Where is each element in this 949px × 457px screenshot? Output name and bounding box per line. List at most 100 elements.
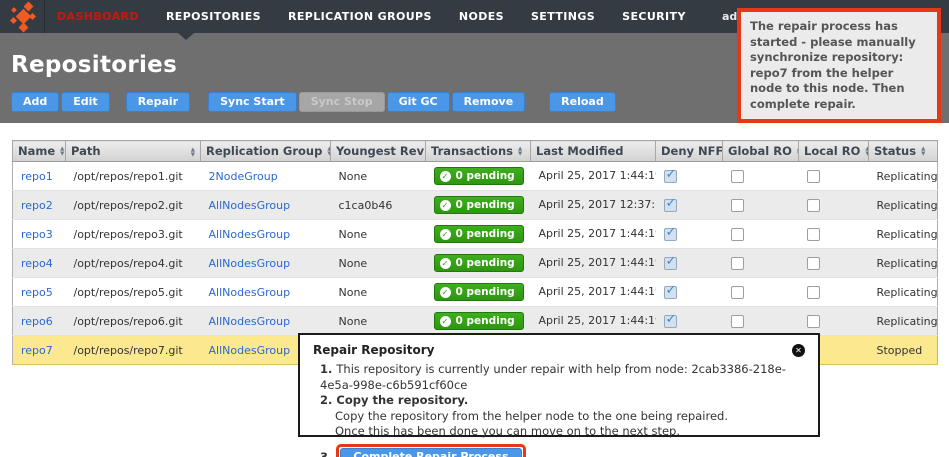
column-header-name[interactable]: Name ▲ ▼ xyxy=(12,140,66,162)
repair-repository-dialog: Repair Repository ✕ 1. This repository is… xyxy=(298,333,820,457)
transactions-badge: ✓ 0 pending xyxy=(433,254,524,272)
cell-replication-group: AllNodesGroup xyxy=(200,219,331,249)
cell-replication-group: 2NodeGroup xyxy=(200,161,331,191)
replication-group-link[interactable]: AllNodesGroup xyxy=(209,315,291,328)
replication-group-link[interactable]: 2NodeGroup xyxy=(209,170,278,183)
global-ro-checkbox[interactable] xyxy=(730,169,744,183)
cell-transactions: ✓ 0 pending xyxy=(425,161,531,191)
nav-item-dashboard[interactable]: DASHBOARD xyxy=(57,10,139,23)
local-ro-checkbox[interactable] xyxy=(806,227,820,241)
cell-name: repo1 xyxy=(12,161,66,191)
cell-deny-nff-checkbox xyxy=(655,248,723,278)
repo-link-repo2[interactable]: repo2 xyxy=(21,199,53,212)
local-ro-checkbox[interactable] xyxy=(806,256,820,270)
cell-status: Stopped xyxy=(868,335,938,365)
column-header-global-ro[interactable]: Global RO▲▼ xyxy=(722,140,799,162)
repo-link-repo1[interactable]: repo1 xyxy=(21,170,53,183)
local-ro-checkbox[interactable] xyxy=(806,169,820,183)
cell-replication-group: AllNodesGroup xyxy=(200,306,331,336)
deny-nff-checkbox[interactable] xyxy=(663,283,677,299)
replication-group-link[interactable]: AllNodesGroup xyxy=(209,257,291,270)
git-gc-button[interactable]: Git GC xyxy=(386,92,450,112)
cell-last-modified: April 25, 2017 1:44:19 PM IST xyxy=(530,248,656,278)
dialog-step-3: 3. Complete Repair Process xyxy=(300,443,818,457)
column-header-path[interactable]: Path ▲ ▼ xyxy=(65,140,201,162)
global-ro-checkbox[interactable] xyxy=(730,314,744,328)
wandisco-logo-icon xyxy=(8,1,38,32)
deny-nff-checkbox[interactable] xyxy=(663,196,677,212)
nav-item-repositories[interactable]: REPOSITORIES xyxy=(166,10,261,23)
step-1-text: This repository is currently under repai… xyxy=(320,362,786,392)
reload-button[interactable]: Reload xyxy=(549,92,616,112)
column-header-local-ro[interactable]: Local RO▲▼ xyxy=(798,140,869,162)
button-group: Reload xyxy=(549,92,616,112)
nav-item-nodes[interactable]: NODES xyxy=(459,10,504,23)
global-ro-checkbox[interactable] xyxy=(730,198,744,212)
button-group: Sync Start Sync Stop Git GC Remove xyxy=(208,92,526,112)
local-ro-checkbox[interactable] xyxy=(806,198,820,212)
column-header-status[interactable]: Status ▲ ▼ xyxy=(868,140,938,162)
add-button[interactable]: Add xyxy=(11,92,60,112)
column-header-youngest-rev[interactable]: Youngest Rev xyxy=(330,140,426,162)
page-title: Repositories xyxy=(11,52,178,78)
nav-item-settings[interactable]: SETTINGS xyxy=(531,10,595,23)
local-ro-checkbox[interactable] xyxy=(806,314,820,328)
cell-replication-group: AllNodesGroup xyxy=(200,248,331,278)
replication-group-link[interactable]: AllNodesGroup xyxy=(209,286,291,299)
transactions-badge: ✓ 0 pending xyxy=(433,283,524,301)
replication-group-link[interactable]: AllNodesGroup xyxy=(209,344,291,357)
cell-path: /opt/repos/repo1.git xyxy=(65,161,201,191)
cell-status: Replicating xyxy=(868,306,938,336)
cell-path: /opt/repos/repo7.git xyxy=(65,335,201,365)
global-ro-checkbox[interactable] xyxy=(730,285,744,299)
deny-nff-checkbox[interactable] xyxy=(663,225,677,241)
nav-item-replication-groups[interactable]: REPLICATION GROUPS xyxy=(288,10,432,23)
repo-link-repo5[interactable]: repo5 xyxy=(21,286,53,299)
column-header-replication-group[interactable]: Replication Group▲▼ xyxy=(200,140,331,162)
table-row-repo6[interactable]: repo6/opt/repos/repo6.git AllNodesGroup No… xyxy=(12,306,938,336)
table-row-repo1[interactable]: repo1/opt/repos/repo1.git 2NodeGroup None ✓… xyxy=(12,161,938,191)
global-ro-checkbox[interactable] xyxy=(730,256,744,270)
table-row-repo3[interactable]: repo3/opt/repos/repo3.git AllNodesGroup No… xyxy=(12,219,938,249)
column-header-last-modified[interactable]: Last Modified xyxy=(530,140,656,162)
global-ro-checkbox[interactable] xyxy=(730,227,744,241)
repo-link-repo7[interactable]: repo7 xyxy=(21,344,53,357)
cell-status: Replicating xyxy=(868,277,938,307)
step-2-title: Copy the repository. xyxy=(336,393,469,408)
column-header-transactions[interactable]: Transactions ▲ ▼ xyxy=(425,140,531,162)
repo-link-repo6[interactable]: repo6 xyxy=(21,315,53,328)
repair-button[interactable]: Repair xyxy=(125,92,191,112)
table-row-repo4[interactable]: repo4/opt/repos/repo4.git AllNodesGroup No… xyxy=(12,248,938,278)
cell-global-ro-checkbox xyxy=(722,248,799,278)
cell-deny-nff-checkbox xyxy=(655,306,723,336)
column-header-deny-nff[interactable]: Deny NFF xyxy=(655,140,723,162)
local-ro-checkbox[interactable] xyxy=(806,285,820,299)
complete-repair-process-button[interactable]: Complete Repair Process xyxy=(340,447,522,457)
sort-icon[interactable]: ▲▼ xyxy=(921,147,925,156)
nav-item-security[interactable]: SECURITY xyxy=(622,10,686,23)
repo-link-repo3[interactable]: repo3 xyxy=(21,228,53,241)
sort-icon[interactable]: ▲▼ xyxy=(518,147,522,156)
cell-path: /opt/repos/repo5.git xyxy=(65,277,201,307)
close-icon[interactable]: ✕ xyxy=(792,344,805,357)
step-2-instruction-2: Once this has been done you can move on … xyxy=(335,424,681,439)
nav-items: DASHBOARD REPOSITORIES REPLICATION GROUPS N… xyxy=(57,10,686,23)
sync-start-button[interactable]: Sync Start xyxy=(208,92,297,112)
cell-last-modified: April 25, 2017 1:44:19 PM IST xyxy=(530,161,656,191)
table-row-repo2[interactable]: repo2/opt/repos/repo2.git AllNodesGroup c1… xyxy=(12,190,938,220)
edit-button[interactable]: Edit xyxy=(61,92,110,112)
repo-link-repo4[interactable]: repo4 xyxy=(21,257,53,270)
remove-button[interactable]: Remove xyxy=(451,92,526,112)
table-header-row: Name▲▼Path▲▼Replication Group▲▼Youngest … xyxy=(12,140,938,162)
deny-nff-checkbox[interactable] xyxy=(663,254,677,270)
sort-icon[interactable]: ▲▼ xyxy=(60,147,64,156)
table-row-repo5[interactable]: repo5/opt/repos/repo5.git AllNodesGroup No… xyxy=(12,277,938,307)
step-3-number: 3. xyxy=(320,449,333,457)
cell-deny-nff-checkbox xyxy=(655,161,723,191)
deny-nff-checkbox[interactable] xyxy=(663,167,677,183)
check-circle-icon: ✓ xyxy=(439,228,451,240)
sort-icon[interactable]: ▲▼ xyxy=(191,148,195,157)
replication-group-link[interactable]: AllNodesGroup xyxy=(209,199,291,212)
deny-nff-checkbox[interactable] xyxy=(663,312,677,328)
replication-group-link[interactable]: AllNodesGroup xyxy=(209,228,291,241)
